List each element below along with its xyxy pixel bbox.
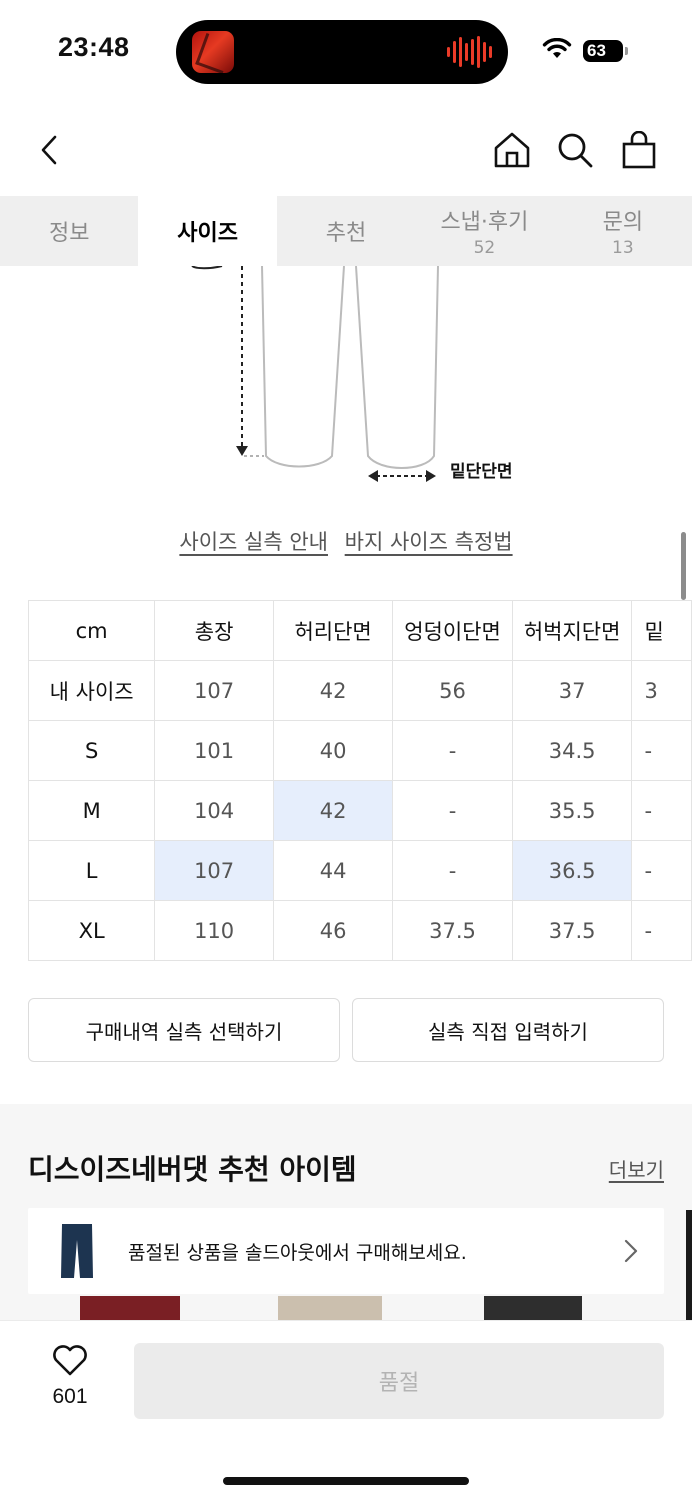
- table-cell-highlighted: 107: [154, 840, 274, 901]
- product-card-image[interactable]: [80, 1296, 180, 1322]
- row-label: L: [27, 840, 156, 901]
- table-header: 총장: [154, 600, 274, 661]
- table-cell: -: [631, 780, 692, 841]
- tab-info[interactable]: 정보: [0, 196, 138, 266]
- product-tabs: 정보 사이즈 추천 스냅·후기 52 문의 13: [0, 196, 692, 266]
- home-button[interactable]: [492, 130, 532, 170]
- status-time: 23:48: [58, 32, 130, 62]
- cart-button[interactable]: [619, 130, 659, 170]
- tab-recommend[interactable]: 추천: [277, 196, 415, 266]
- home-indicator[interactable]: [223, 1477, 469, 1485]
- table-cell: 107: [154, 660, 274, 721]
- table-header: 허벅지단면: [511, 600, 633, 661]
- table-header: cm: [27, 600, 156, 661]
- table-row: S 101 40 - 34.5 -: [27, 720, 692, 781]
- top-navigation: [0, 100, 692, 196]
- soldout-banner[interactable]: 품절된 상품을 솔드아웃에서 구매해보세요.: [28, 1208, 664, 1294]
- table-header: 허리단면: [272, 600, 394, 661]
- table-header: 밑: [631, 600, 692, 661]
- size-table: cm 총장 허리단면 엉덩이단면 허벅지단면 밑 내 사이즈 107 42 56…: [27, 600, 692, 961]
- measure-guide-link[interactable]: 바지 사이즈 측정법: [345, 530, 513, 554]
- battery-indicator: 63: [583, 40, 623, 62]
- soldout-banner-text: 품절된 상품을 솔드아웃에서 구매해보세요.: [128, 1241, 467, 1264]
- tab-snap-review-count: 52: [473, 238, 496, 258]
- table-cell: 34.5: [511, 720, 633, 781]
- table-row: M 104 42 - 35.5 -: [27, 780, 692, 841]
- direct-input-measure-button[interactable]: 실측 직접 입력하기: [352, 998, 664, 1062]
- tab-size[interactable]: 사이즈: [138, 196, 277, 266]
- table-row: 내 사이즈 107 42 56 37 3: [27, 660, 692, 721]
- size-table-container[interactable]: cm 총장 허리단면 엉덩이단면 허벅지단면 밑 내 사이즈 107 42 56…: [0, 598, 692, 962]
- tab-recommend-label: 추천: [325, 221, 367, 246]
- table-cell: 56: [392, 660, 513, 721]
- tab-info-label: 정보: [48, 221, 90, 246]
- table-cell: -: [392, 840, 513, 901]
- table-cell: 35.5: [511, 780, 633, 841]
- table-cell: -: [392, 780, 513, 841]
- table-row: XL 110 46 37.5 37.5 -: [27, 900, 692, 961]
- table-cell: -: [392, 720, 513, 781]
- table-row: L 107 44 - 36.5 -: [27, 840, 692, 901]
- table-cell: 37: [511, 660, 633, 721]
- product-card-image[interactable]: [686, 1210, 692, 1320]
- row-label: M: [27, 780, 156, 841]
- recommend-section-title: 디스이즈네버댓 추천 아이템: [28, 1153, 357, 1186]
- heart-icon: [53, 1345, 87, 1376]
- table-cell: 104: [154, 780, 274, 841]
- table-cell-highlighted: 42: [272, 780, 394, 841]
- table-cell: -: [631, 840, 692, 901]
- table-cell: 44: [272, 840, 394, 901]
- recommend-more-link[interactable]: 더보기: [609, 1154, 664, 1183]
- wifi-icon: [542, 38, 572, 58]
- table-cell: -: [631, 900, 692, 961]
- shopping-bag-icon: [622, 131, 656, 169]
- table-cell: 101: [154, 720, 274, 781]
- table-header-row: cm 총장 허리단면 엉덩이단면 허벅지단면 밑: [27, 600, 692, 661]
- search-button[interactable]: [555, 130, 595, 170]
- table-cell: 46: [272, 900, 394, 961]
- table-cell: 3: [631, 660, 692, 721]
- pants-measurement-diagram: 밑단단면: [0, 265, 692, 506]
- size-guide-link[interactable]: 사이즈 실측 안내: [179, 530, 328, 554]
- size-guide-links: 사이즈 실측 안내 바지 사이즈 측정법: [0, 526, 692, 556]
- search-icon: [558, 133, 593, 168]
- tab-snap-review-label: 스냅·후기: [440, 210, 529, 235]
- table-cell: 37.5: [392, 900, 513, 961]
- now-playing-artwork: [192, 31, 234, 73]
- table-cell: 42: [272, 660, 394, 721]
- back-arrow-icon: [41, 135, 57, 165]
- table-cell-highlighted: 36.5: [511, 840, 633, 901]
- hem-width-label: 밑단단면: [450, 462, 513, 482]
- table-cell: 37.5: [511, 900, 633, 961]
- row-label: XL: [27, 900, 156, 961]
- soldout-product-thumbnail: [50, 1219, 104, 1283]
- scrollbar[interactable]: [681, 532, 686, 600]
- sold-out-purchase-button[interactable]: 품절: [134, 1343, 664, 1419]
- table-header: 엉덩이단면: [392, 600, 513, 661]
- tab-inquiry-count: 13: [612, 238, 634, 258]
- row-label: 내 사이즈: [27, 660, 156, 721]
- table-cell: -: [631, 720, 692, 781]
- chevron-right-icon: [624, 1239, 638, 1263]
- like-count: 601: [52, 1385, 88, 1408]
- dynamic-island[interactable]: [176, 20, 508, 84]
- back-button[interactable]: [30, 130, 70, 170]
- pants-outline-illustration: [191, 265, 439, 482]
- like-button[interactable]: 601: [40, 1345, 100, 1409]
- purchase-history-measure-button[interactable]: 구매내역 실측 선택하기: [28, 998, 340, 1062]
- audio-waveform-icon: [447, 36, 492, 68]
- bottom-purchase-bar: 601 품절: [0, 1320, 692, 1500]
- row-label: S: [27, 720, 156, 781]
- home-icon: [494, 132, 530, 168]
- battery-tip: [625, 47, 628, 55]
- product-card-image[interactable]: [484, 1296, 582, 1322]
- product-card-image[interactable]: [278, 1296, 382, 1322]
- tab-snap-review[interactable]: 스냅·후기 52: [415, 196, 553, 266]
- table-cell: 40: [272, 720, 394, 781]
- tab-inquiry-label: 문의: [602, 210, 644, 235]
- status-bar: 23:48 63: [0, 0, 692, 100]
- tab-inquiry[interactable]: 문의 13: [554, 196, 692, 266]
- table-cell: 110: [154, 900, 274, 961]
- tab-size-label: 사이즈: [177, 221, 238, 246]
